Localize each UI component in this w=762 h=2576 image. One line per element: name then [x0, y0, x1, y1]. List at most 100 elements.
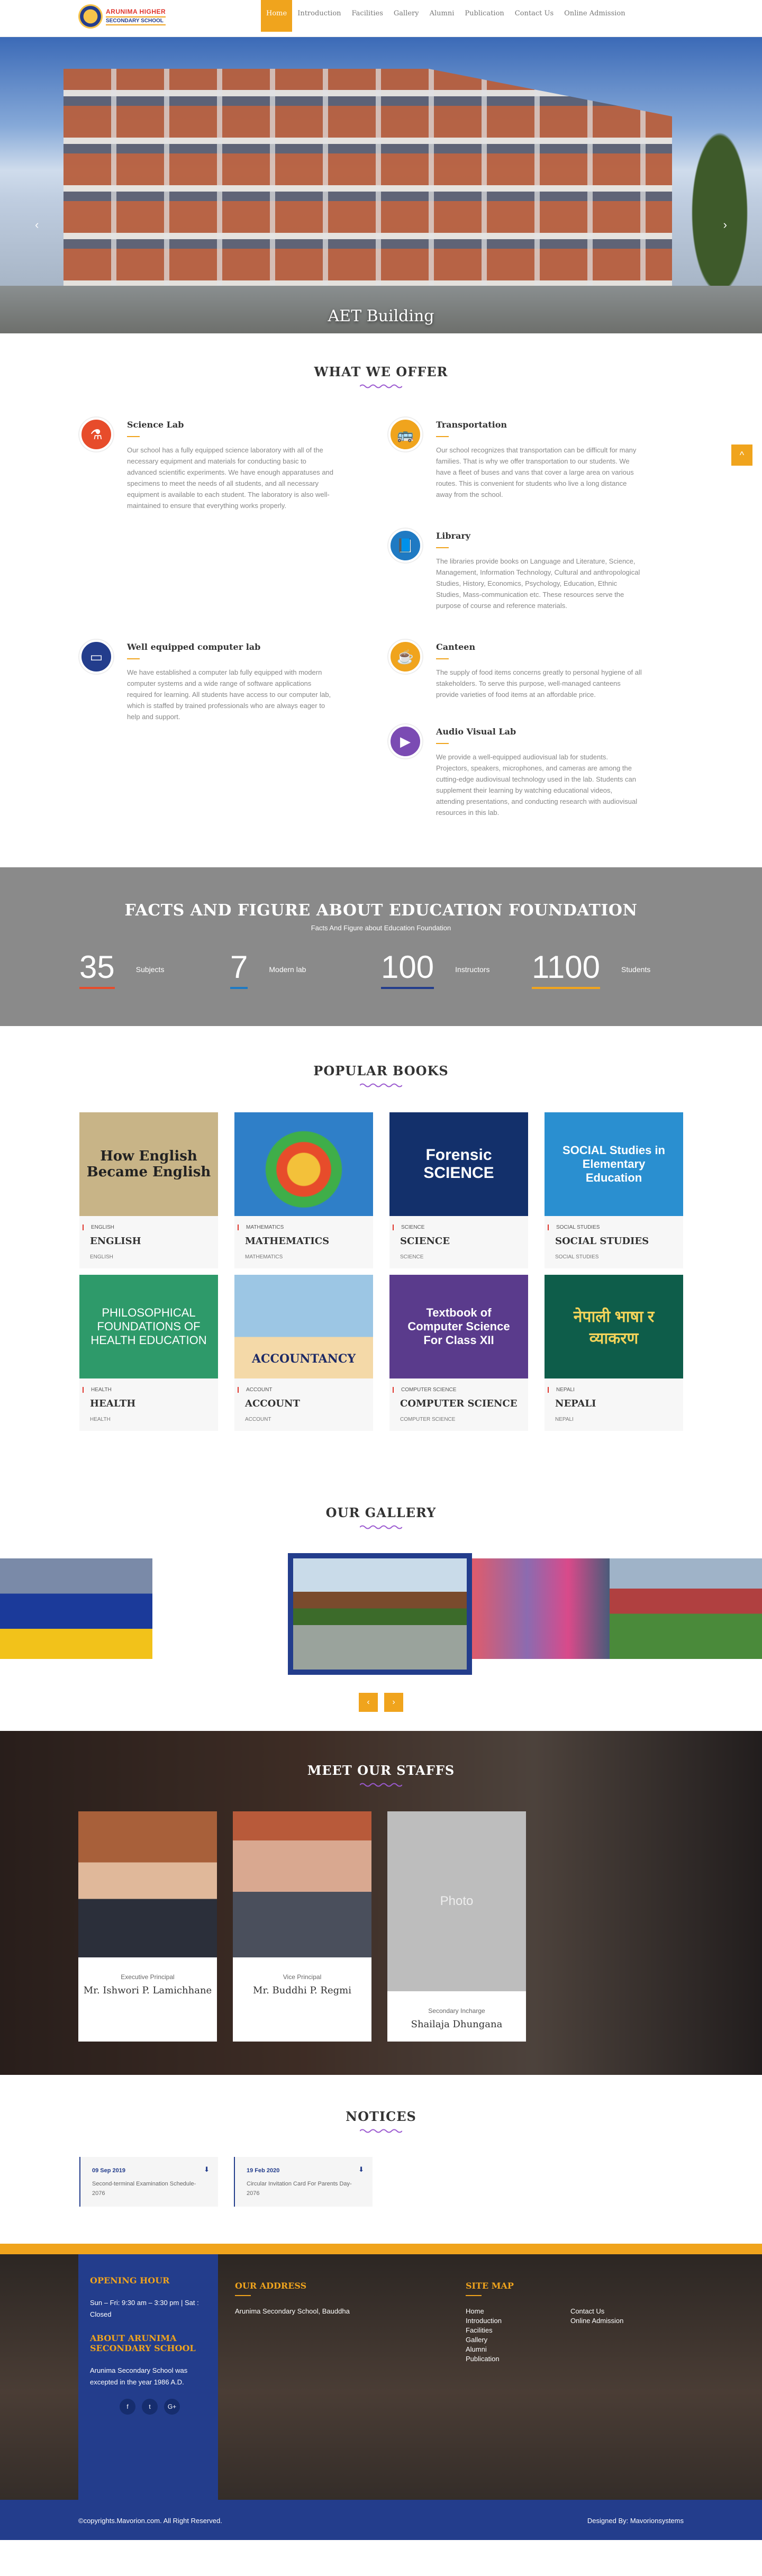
- book-name: SCIENCE: [400, 1236, 450, 1247]
- opening-hour-title: OPENING HOUR: [90, 2275, 170, 2285]
- offer-title: Library: [436, 531, 471, 541]
- notice-card[interactable]: 19 Feb 2020 Circular Invitation Card For…: [234, 2157, 373, 2207]
- notice-card[interactable]: 09 Sep 2019 Second-terminal Examination …: [79, 2157, 218, 2207]
- nav-online-admission[interactable]: Online Admission: [559, 0, 630, 32]
- staff-card[interactable]: Executive Principal Mr. Ishwori P. Lamic…: [78, 1811, 217, 2042]
- staff-name: Mr. Ishwori P. Lamichhane: [83, 1985, 212, 1996]
- offer-title: Science Lab: [127, 420, 184, 430]
- sitemap-link-publication[interactable]: Publication: [466, 2354, 502, 2364]
- book-cover: नेपाली भाषा र व्याकरण: [545, 1275, 683, 1378]
- address-title: OUR ADDRESS: [235, 2281, 307, 2291]
- book-card[interactable]: ACCOUNTANCY ACCOUNT ACCOUNT ACCOUNT: [234, 1275, 373, 1431]
- download-icon[interactable]: ⬇: [358, 2165, 364, 2174]
- logo-line2: SECONDARY SCHOOL: [106, 16, 166, 25]
- school-logo[interactable]: ARUNIMA HIGHER SECONDARY SCHOOL: [78, 4, 166, 29]
- book-card[interactable]: नेपाली भाषा र व्याकरण NEPALI NEPALI NEPALI: [545, 1275, 683, 1431]
- gallery-prev-button[interactable]: ‹: [359, 1693, 378, 1712]
- offer-text: We provide a well-equipped audiovisual l…: [436, 753, 638, 817]
- book-card[interactable]: MATHEMATICS MATHEMATICS MATHEMATICS: [234, 1112, 373, 1268]
- facebook-icon[interactable]: f: [120, 2399, 135, 2415]
- nav-facilities[interactable]: Facilities: [347, 0, 388, 32]
- offer-text: Our school has a fully equipped science …: [127, 446, 334, 510]
- book-category: MATHEMATICS: [238, 1224, 373, 1230]
- gallery-image-active[interactable]: [288, 1553, 472, 1675]
- staff-role: Vice Principal: [283, 1973, 322, 1981]
- gallery-image[interactable]: [610, 1558, 762, 1659]
- book-name: MATHEMATICS: [245, 1236, 330, 1247]
- staff-card[interactable]: Photo Secondary Incharge Shailaja Dhunga…: [387, 1811, 526, 2042]
- sitemap-title: SITE MAP: [466, 2281, 514, 2291]
- sitemap-link-alumni[interactable]: Alumni: [466, 2345, 502, 2354]
- book-cover: How English Became English: [79, 1112, 218, 1216]
- book-card[interactable]: Forensic SCIENCE SCIENCE SCIENCE SCIENCE: [389, 1112, 528, 1268]
- offer-title: Transportation: [436, 420, 507, 430]
- hero-prev-icon[interactable]: ‹: [35, 218, 39, 232]
- nav-contact[interactable]: Contact Us: [510, 0, 559, 32]
- site-footer: OPENING HOUR Sun – Fri: 9:30 am – 3:30 p…: [0, 2244, 762, 2540]
- scroll-top-button[interactable]: ^: [731, 445, 752, 466]
- offer-canteen: ☕ Canteen The supply of food items concer…: [388, 640, 642, 700]
- offer-title: Canteen: [436, 642, 476, 652]
- logo-line1: ARUNIMA HIGHER: [106, 7, 166, 15]
- book-cover: ACCOUNTANCY: [234, 1275, 373, 1378]
- nav-home[interactable]: Home: [261, 0, 293, 32]
- book-card[interactable]: PHILOSOPHICAL FOUNDATIONS OF HEALTH EDUC…: [79, 1275, 218, 1431]
- gallery-image[interactable]: [0, 1558, 152, 1659]
- fact-label: Students: [621, 965, 651, 974]
- staff-role: Secondary Incharge: [428, 2007, 485, 2015]
- gallery-image[interactable]: [472, 1558, 610, 1659]
- sitemap-link-introduction[interactable]: Introduction: [466, 2316, 502, 2326]
- twitter-icon[interactable]: t: [142, 2399, 158, 2415]
- notice-date: 19 Feb 2020: [247, 2167, 280, 2174]
- copyright-bar: ©copyrights.Mavorion.com. All Right Rese…: [0, 2500, 762, 2540]
- offer-text: Our school recognizes that transportatio…: [436, 446, 637, 498]
- fact-subjects: 35 Subjects: [79, 950, 230, 989]
- book-name: ENGLISH: [90, 1236, 141, 1247]
- footer-sitemap-col: SITE MAP Home Introduction Facilities Ga…: [466, 2244, 623, 2364]
- monitor-icon: ▭: [79, 640, 113, 674]
- squiggle-divider-icon: [360, 1525, 402, 1529]
- sitemap-link-facilities[interactable]: Facilities: [466, 2326, 502, 2335]
- nav-alumni[interactable]: Alumni: [424, 0, 460, 32]
- offer-text: The libraries provide books on Language …: [436, 557, 640, 610]
- staff-photo: [233, 1811, 371, 1957]
- staff-card[interactable]: Vice Principal Mr. Buddhi P. Regmi: [233, 1811, 371, 2042]
- book-sub: SCIENCE: [400, 1254, 424, 1260]
- staff-photo-placeholder: Photo: [387, 1811, 526, 1991]
- designed-by-text[interactable]: Designed By: Mavorionsystems: [587, 2517, 684, 2525]
- squiggle-divider-icon: [360, 2129, 402, 2133]
- squiggle-divider-icon: [360, 1783, 402, 1787]
- fact-modern-lab: 7 Modern lab: [230, 950, 381, 989]
- sitemap-link-online-admission[interactable]: Online Admission: [570, 2316, 623, 2326]
- book-sub: ENGLISH: [90, 1254, 113, 1260]
- fact-number: 1100: [532, 950, 601, 989]
- google-plus-icon[interactable]: G+: [164, 2399, 180, 2415]
- facts-title: FACTS AND FIGURE ABOUT EDUCATION FOUNDAT…: [124, 901, 638, 920]
- download-icon[interactable]: ⬇: [204, 2165, 210, 2174]
- gallery-next-button[interactable]: ›: [384, 1693, 403, 1712]
- book-name: ACCOUNT: [245, 1398, 300, 1409]
- nav-gallery[interactable]: Gallery: [388, 0, 424, 32]
- facts-subtitle: Facts And Figure about Education Foundat…: [311, 924, 451, 932]
- book-card[interactable]: Textbook of Computer Science For Class X…: [389, 1275, 528, 1431]
- fact-number: 7: [230, 950, 248, 989]
- offer-title: Well equipped computer lab: [127, 642, 261, 652]
- sitemap-link-home[interactable]: Home: [466, 2307, 502, 2316]
- book-name: SOCIAL STUDIES: [555, 1236, 649, 1247]
- sitemap-link-contact[interactable]: Contact Us: [570, 2307, 623, 2316]
- book-card[interactable]: SOCIAL Studies in Elementary Education SO…: [545, 1112, 683, 1268]
- nav-introduction[interactable]: Introduction: [292, 0, 346, 32]
- staff-name: Mr. Buddhi P. Regmi: [253, 1985, 351, 1996]
- nav-publication[interactable]: Publication: [459, 0, 509, 32]
- book-sub: SOCIAL STUDIES: [555, 1254, 599, 1260]
- hero-next-icon[interactable]: ›: [723, 218, 727, 232]
- staff-role: Executive Principal: [121, 1973, 175, 1981]
- book-cover: Forensic SCIENCE: [389, 1112, 528, 1216]
- fact-label: Instructors: [455, 965, 490, 974]
- sitemap-link-gallery[interactable]: Gallery: [466, 2335, 502, 2345]
- offer-audio-visual: ▶ Audio Visual Lab We provide a well-equi…: [388, 724, 642, 818]
- book-cover: PHILOSOPHICAL FOUNDATIONS OF HEALTH EDUC…: [79, 1275, 218, 1378]
- book-category: HEALTH: [83, 1387, 218, 1393]
- flask-icon: ⚗: [79, 418, 113, 451]
- book-card[interactable]: How English Became English ENGLISH ENGLISH…: [79, 1112, 218, 1268]
